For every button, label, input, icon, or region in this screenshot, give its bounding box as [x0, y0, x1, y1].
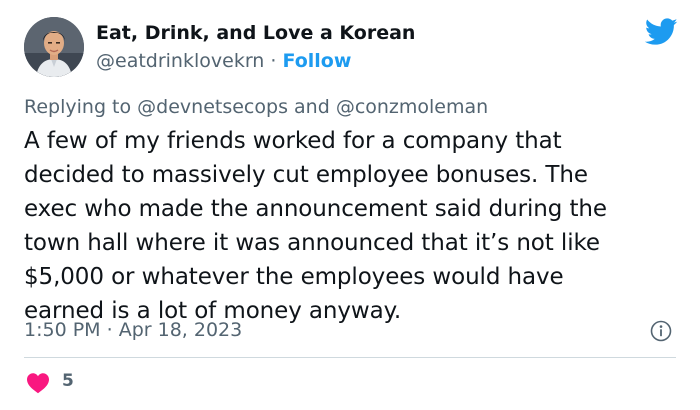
author-handle-row: @eatdrinklovekrn · Follow: [96, 50, 351, 72]
tweet-timestamp[interactable]: 1:50 PM · Apr 18, 2023: [24, 319, 242, 341]
tweet-line: A few of my friends worked for a company…: [24, 128, 562, 154]
divider: [24, 357, 676, 358]
handle-separator: ·: [270, 50, 277, 72]
info-icon[interactable]: [650, 320, 672, 342]
tweet-text: A few of my friends worked for a company…: [24, 124, 694, 328]
tweet-line: exec who made the announcement said duri…: [24, 196, 607, 222]
tweet-line: decided to massively cut employee bonuse…: [24, 162, 588, 188]
timestamp-separator: ·: [106, 319, 113, 341]
reply-joiner: and: [294, 96, 330, 118]
follow-button[interactable]: Follow: [282, 50, 351, 72]
replying-to: Replying to @devnetsecops and @conzmolem…: [24, 96, 488, 118]
reply-mention-1[interactable]: @devnetsecops: [137, 96, 288, 118]
heart-icon[interactable]: [26, 372, 50, 394]
tweet-line: town hall where it was announced that it…: [24, 230, 600, 256]
author-handle[interactable]: @eatdrinklovekrn: [96, 50, 264, 72]
like-count[interactable]: 5: [62, 371, 74, 391]
tweet-line: $5,000 or whatever the employees would h…: [24, 264, 564, 290]
twitter-bird-icon[interactable]: [645, 18, 678, 46]
reply-mention-2[interactable]: @conzmoleman: [336, 96, 488, 118]
author-name[interactable]: Eat, Drink, and Love a Korean: [96, 22, 415, 44]
replying-prefix: Replying to: [24, 96, 132, 118]
avatar[interactable]: [24, 17, 84, 77]
tweet-time: 1:50 PM: [24, 319, 101, 341]
tweet-date: Apr 18, 2023: [118, 319, 243, 341]
avatar-portrait: [24, 17, 84, 77]
